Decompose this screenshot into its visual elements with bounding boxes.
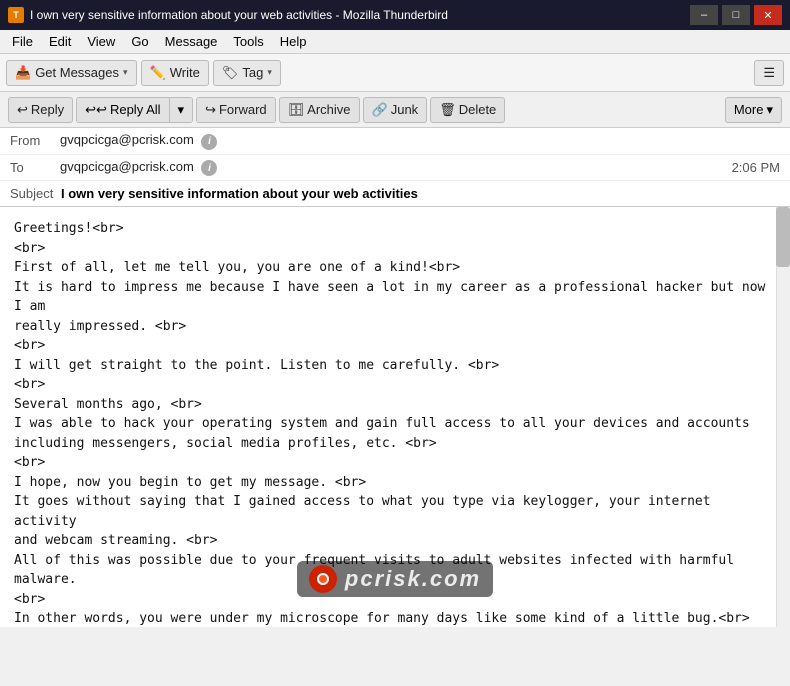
junk-button[interactable]: 🔗 Junk (363, 97, 428, 123)
write-icon: ✏️ (150, 65, 166, 81)
email-time: 2:06 PM (732, 160, 780, 175)
tag-icon: 🏷 (222, 65, 239, 81)
forward-button[interactable]: ↪ Forward (196, 97, 276, 123)
scrollbar-thumb[interactable] (776, 207, 790, 267)
get-messages-icon: 📥 (15, 65, 31, 81)
from-info-icon[interactable]: i (201, 134, 217, 150)
menu-file[interactable]: File (4, 32, 41, 51)
menu-tools[interactable]: Tools (225, 32, 271, 51)
email-body-container: Greetings!<br> <br> First of all, let me… (0, 207, 790, 627)
reply-all-group: ↩↩ Reply All ▾ (76, 97, 193, 123)
reply-all-label: Reply All (110, 102, 161, 117)
maximize-button[interactable]: □ (722, 5, 750, 25)
action-bar: ↩ Reply ↩↩ Reply All ▾ ↪ Forward 🗄 Archi… (0, 92, 790, 128)
hamburger-icon: ☰ (763, 65, 775, 81)
email-body[interactable]: Greetings!<br> <br> First of all, let me… (0, 207, 790, 627)
subject-row: Subject I own very sensitive information… (0, 181, 790, 206)
forward-icon: ↪ (205, 102, 216, 118)
to-value: gvqpcicga@pcrisk.com i (60, 159, 732, 177)
window-title: I own very sensitive information about y… (30, 8, 690, 22)
reply-icon: ↩ (17, 102, 28, 118)
forward-label: Forward (219, 102, 267, 117)
write-button[interactable]: ✏️ Write (141, 60, 209, 86)
delete-icon: 🗑 (439, 102, 456, 118)
menu-view[interactable]: View (79, 32, 123, 51)
to-row: To gvqpcicga@pcrisk.com i 2:06 PM (0, 155, 790, 182)
menu-message[interactable]: Message (157, 32, 226, 51)
app-icon: T (8, 7, 24, 23)
tag-label: Tag (242, 65, 263, 80)
to-label: To (10, 160, 60, 175)
junk-label: Junk (391, 102, 418, 117)
subject-label: Subject (10, 186, 53, 201)
to-info-icon[interactable]: i (201, 160, 217, 176)
more-dropdown-icon: ▾ (766, 102, 773, 118)
archive-button[interactable]: 🗄 Archive (279, 97, 360, 123)
main-toolbar: 📥 Get Messages ▾ ✏️ Write 🏷 Tag ▾ ☰ (0, 54, 790, 92)
archive-label: Archive (307, 102, 350, 117)
reply-all-dropdown[interactable]: ▾ (169, 98, 193, 122)
tag-dropdown-icon[interactable]: ▾ (267, 67, 272, 78)
menu-go[interactable]: Go (123, 32, 156, 51)
delete-button[interactable]: 🗑 Delete (430, 97, 505, 123)
tag-button[interactable]: 🏷 Tag ▾ (213, 60, 281, 86)
subject-value: I own very sensitive information about y… (61, 186, 418, 201)
titlebar: T I own very sensitive information about… (0, 0, 790, 30)
write-label: Write (170, 65, 200, 80)
get-messages-label: Get Messages (35, 65, 119, 80)
from-row: From gvqpcicga@pcrisk.com i (0, 128, 790, 155)
minimize-button[interactable]: – (690, 5, 718, 25)
close-button[interactable]: ✕ (754, 5, 782, 25)
email-header: From gvqpcicga@pcrisk.com i To gvqpcicga… (0, 128, 790, 207)
get-messages-button[interactable]: 📥 Get Messages ▾ (6, 60, 137, 86)
reply-label: Reply (31, 102, 64, 117)
menu-edit[interactable]: Edit (41, 32, 79, 51)
window-controls[interactable]: – □ ✕ (690, 5, 782, 25)
archive-icon: 🗄 (288, 102, 305, 118)
from-label: From (10, 133, 60, 148)
reply-all-dropdown-icon: ▾ (178, 102, 185, 118)
scrollbar[interactable] (776, 207, 790, 627)
more-label: More (734, 102, 764, 117)
hamburger-menu-button[interactable]: ☰ (754, 60, 784, 86)
menubar: File Edit View Go Message Tools Help (0, 30, 790, 54)
more-button[interactable]: More ▾ (725, 97, 782, 123)
get-messages-dropdown-icon[interactable]: ▾ (123, 67, 128, 78)
reply-button[interactable]: ↩ Reply (8, 97, 73, 123)
delete-label: Delete (459, 102, 497, 117)
reply-all-icon: ↩↩ (85, 102, 107, 118)
from-value: gvqpcicga@pcrisk.com i (60, 132, 780, 150)
junk-icon: 🔗 (372, 102, 388, 118)
reply-all-button[interactable]: ↩↩ Reply All (77, 98, 168, 122)
menu-help[interactable]: Help (272, 32, 315, 51)
